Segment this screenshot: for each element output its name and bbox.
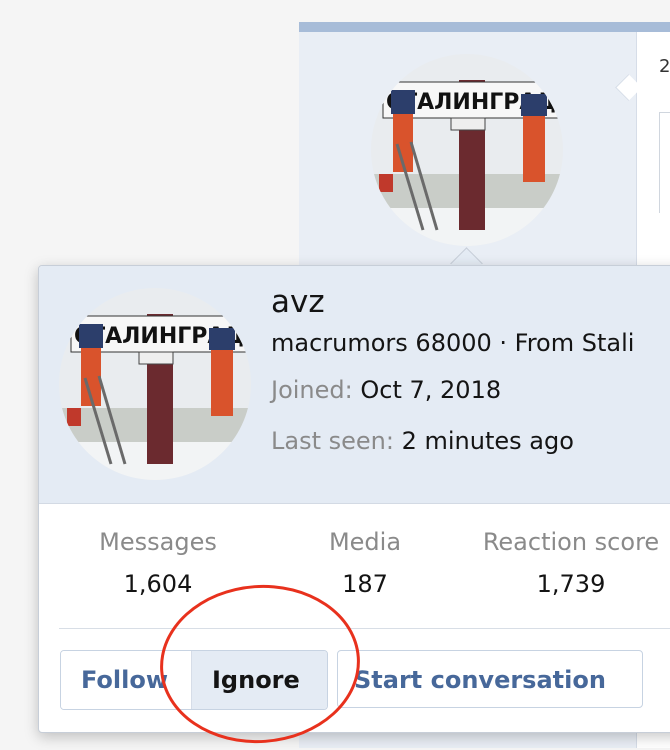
member-username[interactable]: avz (271, 284, 325, 320)
stat-reaction-score[interactable]: Reaction score 1,739 (473, 528, 669, 598)
member-stats: Messages 1,604 Media 187 Reaction score … (39, 528, 670, 598)
joined-label: Joined: (271, 376, 353, 404)
post-top-bar (299, 22, 670, 32)
stat-messages-label: Messages (99, 528, 217, 556)
card-header: СТАЛИНГРАД avz macrumors 68000 · From St… (39, 266, 670, 504)
joined-row: Joined: Oct 7, 2018 (271, 376, 501, 404)
last-seen-value: 2 minutes ago (401, 427, 574, 455)
post-avatar[interactable]: СТАЛИНГРАД (371, 54, 563, 246)
member-title: macrumors 68000 · From Stali (271, 329, 635, 357)
last-seen-label: Last seen: (271, 427, 394, 455)
stat-messages[interactable]: Messages 1,604 (79, 528, 237, 598)
joined-value: Oct 7, 2018 (360, 376, 502, 404)
stat-reaction-value: 1,739 (536, 570, 606, 598)
member-avatar[interactable]: СТАЛИНГРАД (59, 288, 251, 480)
stat-messages-value: 1,604 (123, 570, 193, 598)
post-quote-border (659, 112, 670, 213)
start-conversation-button[interactable]: Start conversation (337, 650, 643, 708)
stat-media-value: 187 (342, 570, 388, 598)
last-seen-row: Last seen: 2 minutes ago (271, 427, 574, 455)
post-snippet-text: 2 (659, 56, 670, 77)
card-divider (59, 628, 670, 629)
stat-media[interactable]: Media 187 (305, 528, 425, 598)
stat-reaction-label: Reaction score (482, 528, 660, 556)
stat-media-label: Media (328, 528, 402, 556)
